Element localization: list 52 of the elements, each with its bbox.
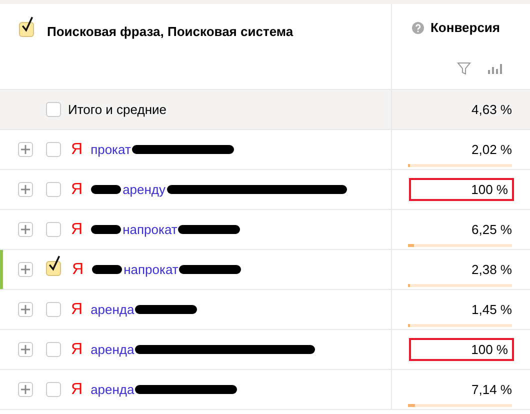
expand-button[interactable] [18, 182, 33, 197]
column-title: Поисковая фраза, Поисковая система [47, 24, 294, 39]
search-engine-logo: Я [71, 340, 83, 358]
search-engine-logo: Я [71, 140, 83, 158]
expand-button[interactable] [18, 262, 33, 277]
conversion-value: 4,63 % [472, 102, 512, 117]
search-engine-logo: Я [71, 300, 83, 318]
expand-button[interactable] [18, 302, 33, 317]
redaction-mark [135, 305, 198, 314]
conversion-value: 7,14 % [472, 382, 512, 397]
conversion-value: 1,45 % [472, 302, 512, 317]
redaction-mark [92, 265, 122, 274]
checkbox[interactable] [19, 16, 35, 37]
totals-label: Итого и средние [68, 102, 166, 117]
search-phrase-link[interactable]: аренду [122, 182, 166, 197]
search-engine-logo: Я [72, 260, 84, 278]
search-phrase-link[interactable]: прокат [90, 142, 131, 157]
search-engine-logo: Я [71, 220, 83, 238]
search-engine-logo: Я [71, 380, 83, 398]
conversion-value: 100 % [409, 178, 514, 201]
checkbox[interactable] [46, 182, 61, 197]
conversion-value: 2,02 % [472, 142, 512, 157]
search-phrase-link[interactable]: напрокат [122, 222, 178, 237]
help-icon[interactable] [412, 22, 424, 34]
expand-button[interactable] [18, 142, 33, 157]
search-phrase-link[interactable]: напрокат [124, 262, 178, 277]
checkbox[interactable] [46, 222, 61, 237]
search-engine-logo: Я [71, 180, 83, 198]
expand-button[interactable] [18, 342, 33, 357]
checkbox[interactable] [46, 102, 61, 117]
conversion-value: 6,25 % [472, 222, 512, 237]
conversion-value: 2,38 % [472, 262, 512, 277]
chart-icon[interactable] [487, 62, 503, 74]
checkbox[interactable] [46, 142, 61, 157]
expand-button[interactable] [18, 222, 33, 237]
checkbox[interactable] [46, 382, 61, 397]
search-phrase-link[interactable]: аренда [90, 302, 134, 317]
search-phrase-link[interactable]: аренда [90, 342, 134, 357]
redaction-mark [90, 225, 121, 234]
redaction-mark [179, 265, 242, 274]
checkbox[interactable] [46, 342, 61, 357]
checkbox[interactable] [46, 302, 61, 317]
column-title[interactable]: Конверсия [430, 20, 500, 35]
redaction-mark [178, 225, 240, 234]
check-mark-icon [20, 16, 34, 34]
search-phrase-link[interactable]: аренда [90, 382, 134, 397]
checkbox[interactable] [46, 255, 62, 276]
redaction-mark [90, 185, 121, 194]
filter-icon[interactable] [457, 61, 471, 75]
expand-button[interactable] [18, 382, 33, 397]
check-mark-icon [47, 255, 61, 273]
conversion-value: 100 % [409, 338, 514, 361]
